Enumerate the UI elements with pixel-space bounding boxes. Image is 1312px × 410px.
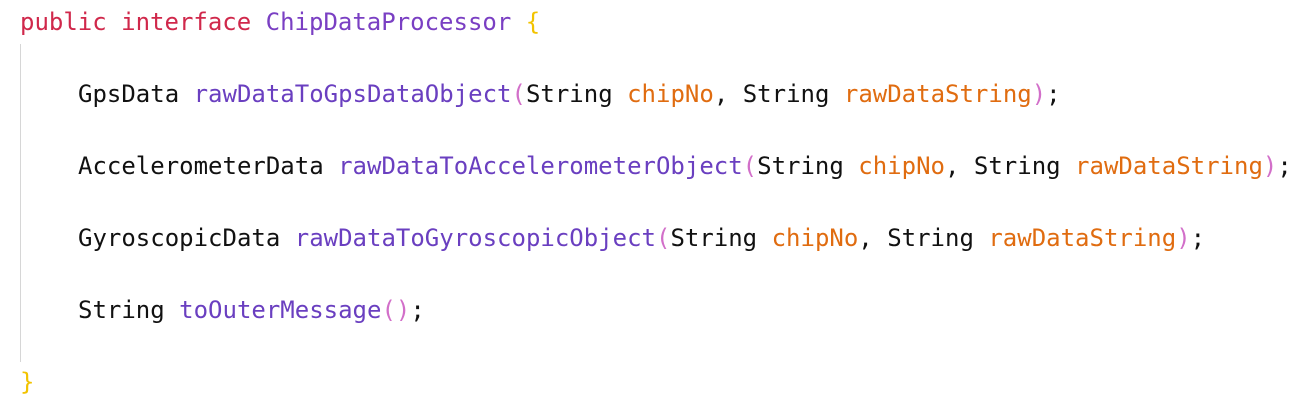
param-type: String xyxy=(757,152,844,180)
return-type: String xyxy=(78,296,165,324)
param-name: chipNo xyxy=(858,152,945,180)
param-type: String xyxy=(525,80,613,108)
code-line-interface-declaration[interactable]: public interface ChipDataProcessor { xyxy=(20,4,540,40)
return-type: GpsData xyxy=(78,80,180,108)
method-name: rawDataToGyroscopicObject xyxy=(294,224,656,252)
interface-name: ChipDataProcessor xyxy=(265,8,512,36)
param-type: String xyxy=(887,224,974,252)
semicolon: ; xyxy=(410,296,425,324)
param-type: String xyxy=(670,224,758,252)
comma: , xyxy=(944,152,960,180)
code-line-gyroscopic-method[interactable]: GyroscopicData rawDataToGyroscopicObject… xyxy=(78,220,1205,256)
code-line-outer-message-method[interactable]: String toOuterMessage(); xyxy=(78,292,425,328)
code-editor[interactable]: public interface ChipDataProcessor { Gps… xyxy=(0,0,1312,410)
code-line-closing-brace[interactable]: } xyxy=(20,364,34,400)
right-paren: ) xyxy=(1031,80,1047,108)
return-type: AccelerometerData xyxy=(78,152,324,180)
param-name: rawDataString xyxy=(988,224,1177,252)
open-brace: { xyxy=(525,8,541,36)
return-type: GyroscopicData xyxy=(78,224,281,252)
keyword-interface: interface xyxy=(121,8,252,36)
comma: , xyxy=(858,224,873,252)
param-name: chipNo xyxy=(771,224,859,252)
right-paren: ) xyxy=(1262,152,1278,180)
left-paren: ( xyxy=(511,80,526,108)
indent-guide xyxy=(20,44,21,362)
code-line-accelerometer-method[interactable]: AccelerometerData rawDataToAccelerometer… xyxy=(78,148,1292,184)
param-name: rawDataString xyxy=(843,80,1032,108)
param-type: String xyxy=(973,152,1061,180)
method-name: toOuterMessage xyxy=(179,296,382,324)
comma: , xyxy=(713,80,729,108)
close-brace: } xyxy=(20,368,35,396)
semicolon: ; xyxy=(1046,80,1061,108)
param-name: chipNo xyxy=(627,80,714,108)
left-paren: ( xyxy=(655,224,671,252)
right-paren: ) xyxy=(1176,224,1191,252)
code-line-gps-method[interactable]: GpsData rawDataToGpsDataObject(String ch… xyxy=(78,76,1061,112)
semicolon: ; xyxy=(1190,224,1206,252)
parens: () xyxy=(381,296,411,324)
param-type: String xyxy=(742,80,830,108)
semicolon: ; xyxy=(1277,152,1292,180)
param-name: rawDataString xyxy=(1075,152,1263,180)
keyword-public: public xyxy=(20,8,107,36)
method-name: rawDataToAccelerometerObject xyxy=(338,152,743,180)
left-paren: ( xyxy=(742,152,758,180)
method-name: rawDataToGpsDataObject xyxy=(193,80,512,108)
